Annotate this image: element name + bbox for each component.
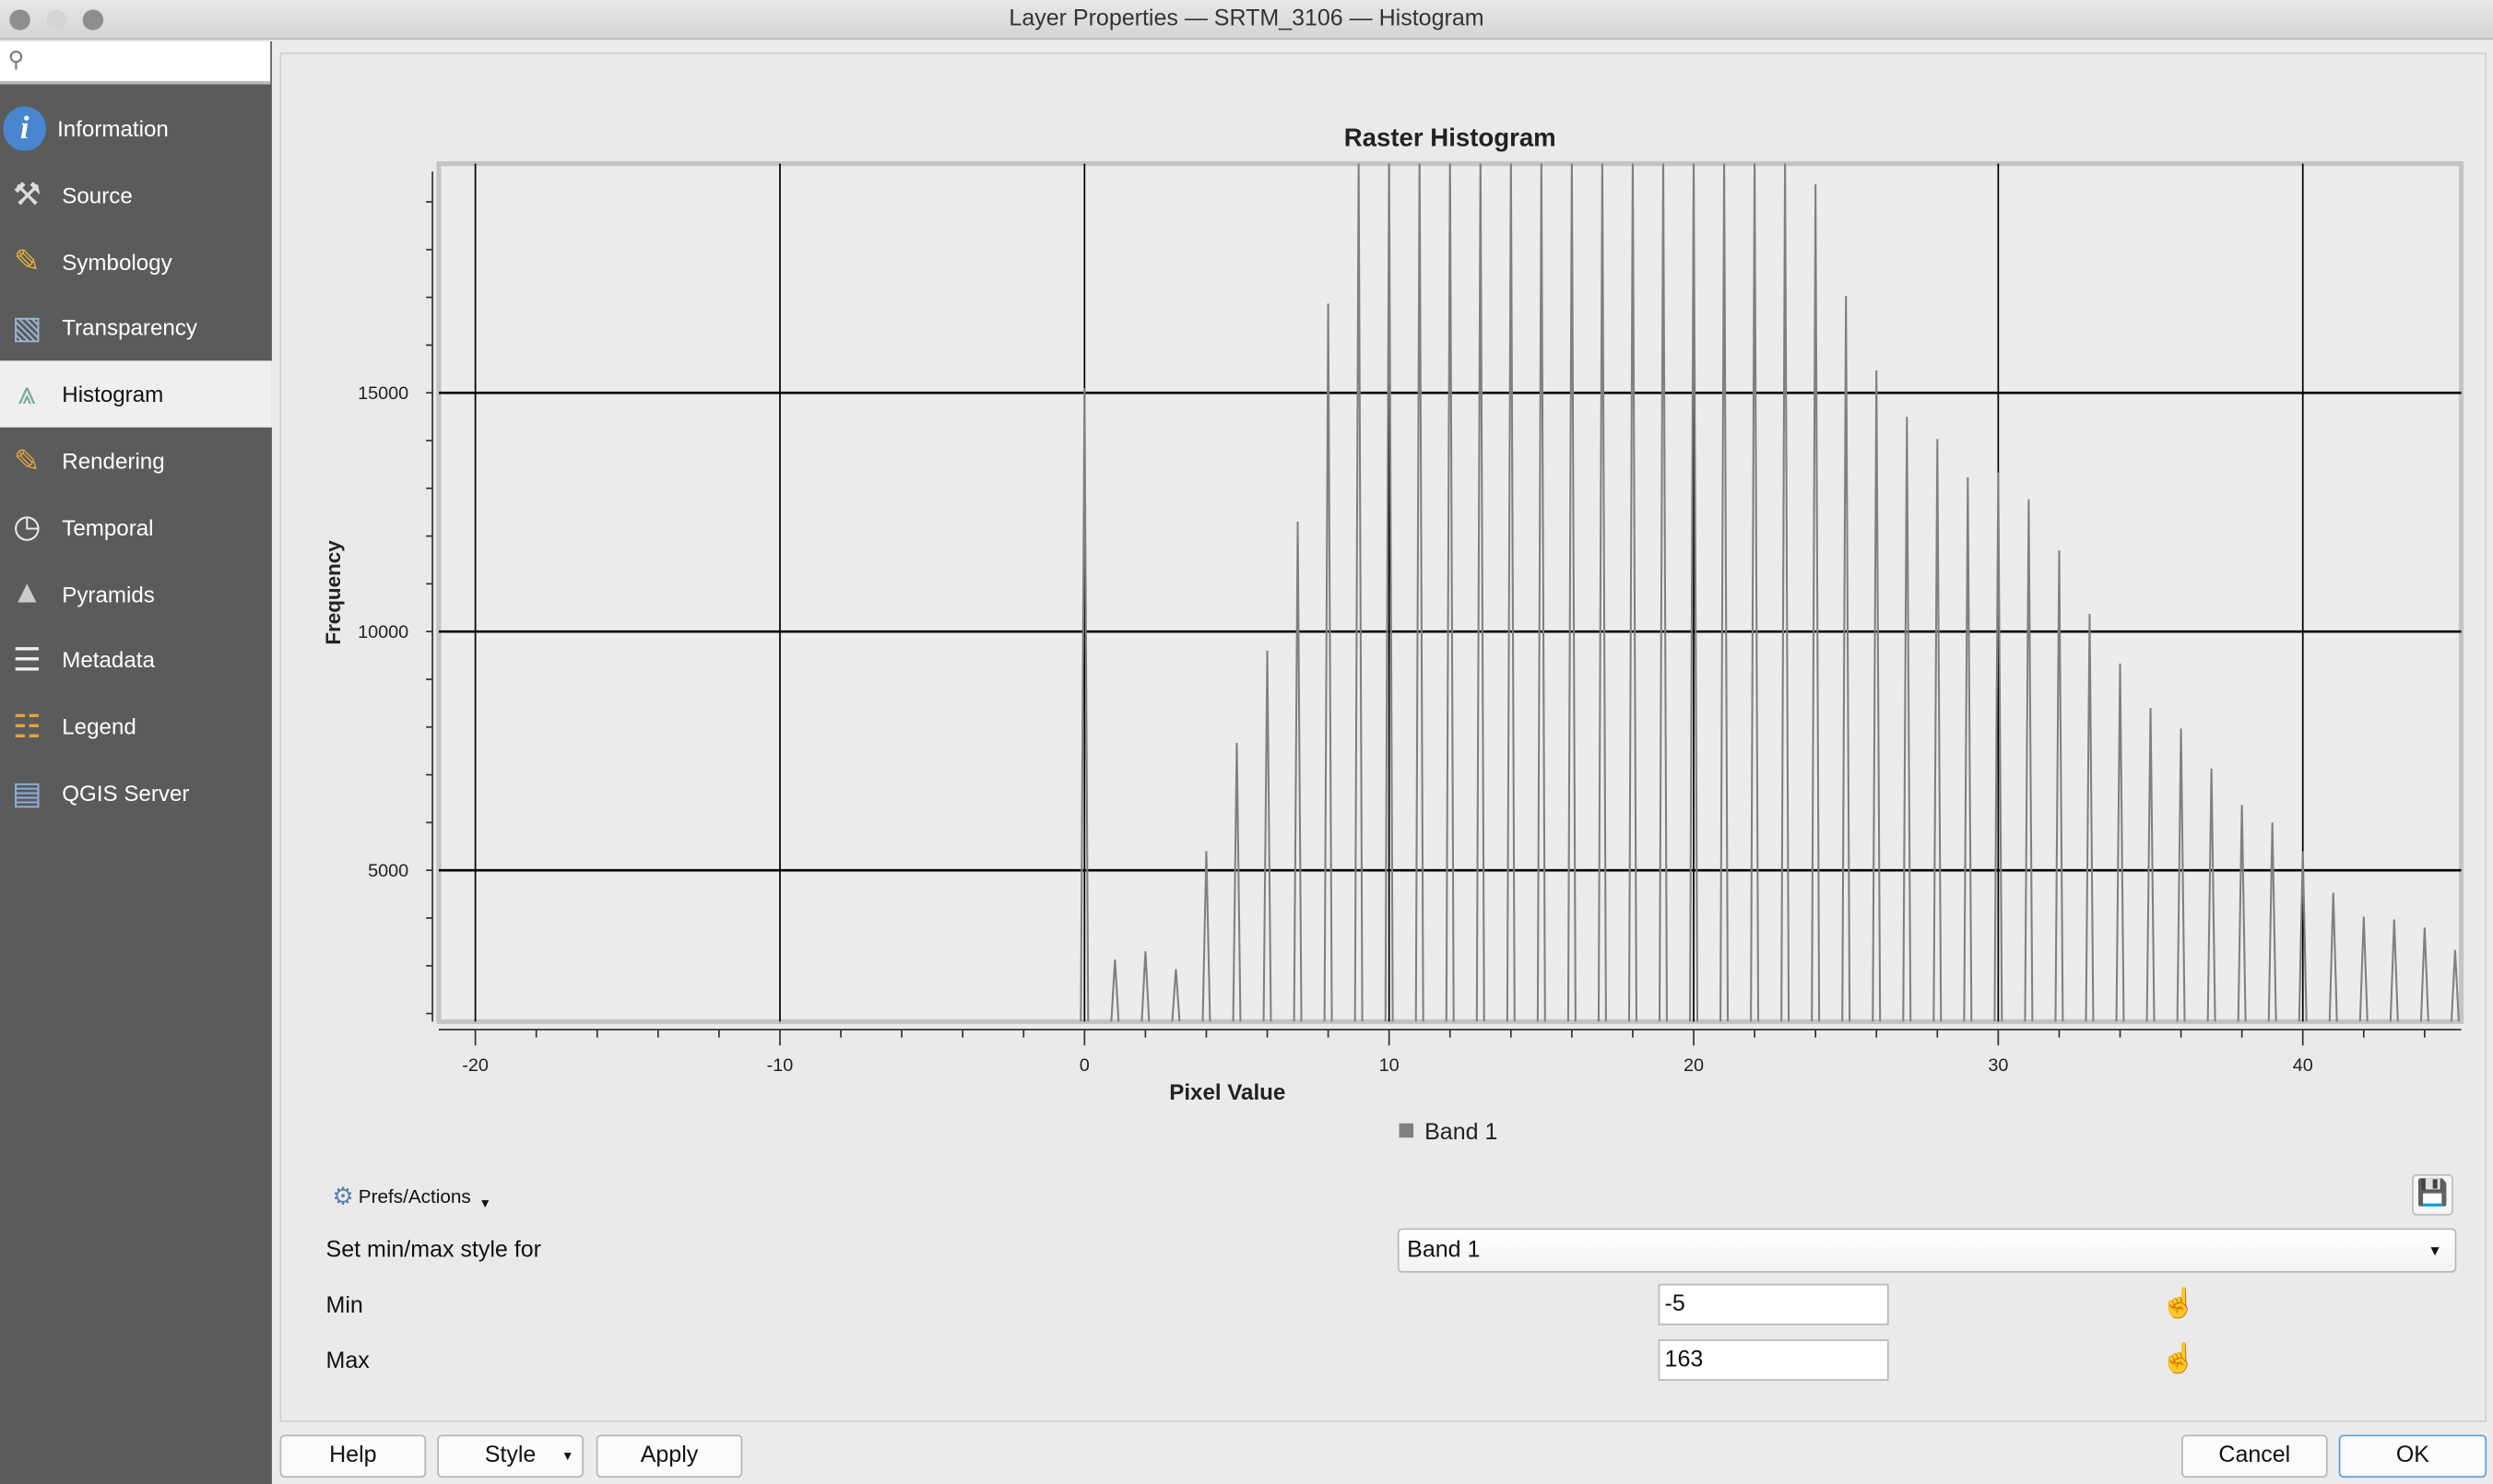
clock-icon: ◷ xyxy=(13,510,41,546)
sidebar-item-temporal[interactable]: ◷ Temporal xyxy=(0,494,272,560)
max-input[interactable]: 163 xyxy=(1658,1339,1889,1381)
histogram-chart: Raster Histogram -20 -10 0 10 20 30 40 5000 10000… xyxy=(322,124,2464,1145)
chevron-down-icon: ▼ xyxy=(2428,1242,2442,1259)
x-tick-label: -20 xyxy=(462,1055,489,1076)
x-tick-label: 40 xyxy=(2293,1055,2313,1076)
legend-icon: ☷ xyxy=(12,709,41,745)
sidebar-item-pyramids[interactable]: ▲ Pyramids xyxy=(0,560,272,627)
search-icon: ⚲ xyxy=(7,45,25,72)
min-label: Min xyxy=(325,1293,363,1319)
server-icon: ▤ xyxy=(12,776,42,811)
x-axis-label: Pixel Value xyxy=(1169,1080,1285,1105)
transparency-icon: ▧ xyxy=(12,311,42,347)
layer-properties-window: Layer Properties — SRTM_3106 — Histogram… xyxy=(0,0,2493,1484)
histogram-icon: ⩓ xyxy=(18,375,37,411)
sidebar-item-label: Source xyxy=(62,182,133,208)
min-input[interactable]: -5 xyxy=(1658,1283,1889,1325)
title-bar: Layer Properties — SRTM_3106 — Histogram xyxy=(0,0,2493,41)
source-icon: ⚒ xyxy=(12,178,41,214)
minmax-style-label: Set min/max style for xyxy=(325,1237,541,1264)
sidebar: ⚲ i Information ⚒ Source ✎ Symbology ▧ Transpar… xyxy=(0,41,272,1484)
x-tick-label: 20 xyxy=(1684,1055,1704,1076)
style-button[interactable]: Style ▼ xyxy=(437,1434,584,1478)
max-label: Max xyxy=(325,1349,370,1375)
x-tick-label: 10 xyxy=(1379,1055,1400,1076)
symbology-icon: ✎ xyxy=(13,244,41,280)
legend-label: Band 1 xyxy=(1424,1119,1497,1145)
search-input[interactable]: ⚲ xyxy=(0,41,271,85)
sidebar-item-label: Histogram xyxy=(62,382,164,407)
gear-icon: ⚙ xyxy=(332,1184,354,1211)
chart-title: Raster Histogram xyxy=(1344,124,1556,152)
window-title: Layer Properties — SRTM_3106 — Histogram xyxy=(1009,6,1484,32)
sidebar-item-transparency[interactable]: ▧ Transparency xyxy=(0,295,272,361)
sidebar-item-label: Symbology xyxy=(62,248,172,275)
sidebar-item-source[interactable]: ⚒ Source xyxy=(0,161,272,228)
sidebar-item-metadata[interactable]: ☰ Metadata xyxy=(0,627,272,693)
sidebar-item-information[interactable]: i Information xyxy=(0,95,272,161)
sidebar-item-label: QGIS Server xyxy=(62,780,190,806)
apply-button[interactable]: Apply xyxy=(596,1434,743,1478)
sidebar-item-symbology[interactable]: ✎ Symbology xyxy=(0,229,272,295)
legend-swatch xyxy=(1399,1123,1414,1138)
sidebar-item-histogram[interactable]: ⩓ Histogram xyxy=(0,360,272,429)
ok-button[interactable]: OK xyxy=(2338,1434,2487,1478)
sidebar-item-qgis-server[interactable]: ▤ QGIS Server xyxy=(0,760,272,826)
x-tick-label: 0 xyxy=(1080,1055,1090,1076)
sidebar-item-label: Pyramids xyxy=(62,581,155,607)
sidebar-item-label: Metadata xyxy=(62,647,155,673)
minimize-button[interactable] xyxy=(46,9,67,30)
pick-min-icon[interactable]: ☝ xyxy=(2161,1287,2197,1320)
sidebar-item-legend[interactable]: ☷ Legend xyxy=(0,693,272,760)
y-tick-label: 15000 xyxy=(358,383,408,404)
close-button[interactable] xyxy=(9,9,30,30)
x-tick-label: 30 xyxy=(1988,1055,2008,1076)
pick-max-icon[interactable]: ☝ xyxy=(2161,1343,2197,1376)
zoom-button[interactable] xyxy=(82,9,104,30)
sidebar-item-label: Legend xyxy=(62,713,136,739)
rendering-icon: ✎ xyxy=(13,443,41,479)
sidebar-item-label: Transparency xyxy=(62,314,197,341)
band-select[interactable]: Band 1 ▼ xyxy=(1397,1228,2457,1273)
sidebar-item-label: Information xyxy=(57,115,169,142)
chevron-down-icon: ▼ xyxy=(479,1195,492,1210)
save-icon[interactable]: 💾 xyxy=(2412,1173,2453,1216)
pyramids-icon: ▲ xyxy=(11,575,43,611)
info-icon: i xyxy=(3,106,47,151)
cancel-button[interactable]: Cancel xyxy=(2181,1434,2328,1478)
sidebar-item-rendering[interactable]: ✎ Rendering xyxy=(0,428,272,494)
y-tick-label: 5000 xyxy=(368,861,408,881)
y-tick-label: 10000 xyxy=(358,622,408,642)
histogram-panel: Raster Histogram -20 -10 0 10 20 30 40 5000 10000… xyxy=(279,52,2487,1422)
sidebar-item-label: Temporal xyxy=(62,514,154,540)
help-button[interactable]: Help xyxy=(279,1434,427,1478)
chevron-down-icon: ▼ xyxy=(561,1449,574,1464)
metadata-icon: ☰ xyxy=(12,642,41,678)
sidebar-item-label: Rendering xyxy=(62,448,165,474)
prefs-actions-button[interactable]: ⚙ Prefs/Actions ▼ xyxy=(332,1182,491,1210)
x-tick-label: -10 xyxy=(767,1055,794,1076)
y-axis-label: Frequency xyxy=(322,540,345,645)
